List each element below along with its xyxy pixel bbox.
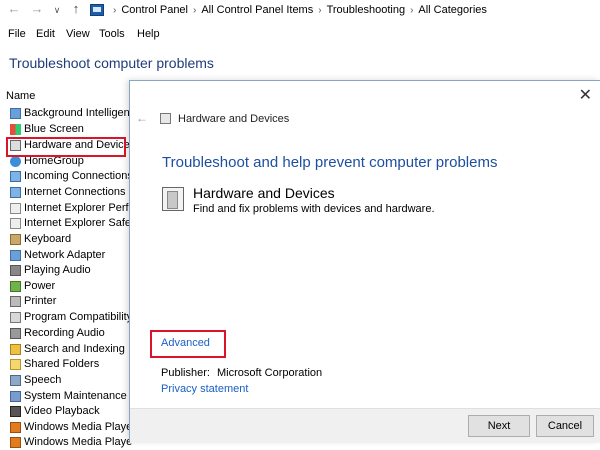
highlight-box-hardware	[6, 137, 126, 157]
menu-help[interactable]: Help	[137, 28, 160, 40]
hardware-device-icon	[162, 187, 184, 211]
breadcrumb-item[interactable]: Troubleshooting	[327, 4, 405, 16]
breadcrumb-separator-icon: ›	[113, 5, 117, 16]
up-arrow-icon[interactable]: ↑	[68, 1, 84, 16]
breadcrumb-item[interactable]: All Control Panel Items	[201, 4, 313, 16]
bits-icon	[10, 108, 21, 119]
highlight-box-advanced	[150, 330, 226, 358]
menu-tools[interactable]: Tools	[99, 28, 125, 40]
media-player-icon	[10, 422, 21, 433]
menu-edit[interactable]: Edit	[36, 28, 55, 40]
next-button[interactable]: Next	[468, 415, 530, 437]
homegroup-icon	[10, 156, 21, 167]
power-icon	[10, 281, 21, 292]
menu-file[interactable]: File	[8, 28, 26, 40]
recent-dropdown-icon[interactable]: ∨	[49, 5, 65, 16]
breadcrumb-item[interactable]: All Categories	[418, 4, 486, 16]
compat-icon	[10, 312, 21, 323]
forward-arrow-icon[interactable]: →	[29, 1, 45, 16]
column-header-name[interactable]: Name	[6, 90, 35, 102]
printer-icon	[10, 296, 21, 307]
troubleshooter-dialog: ✕ ← Hardware and Devices Troubleshoot an…	[129, 80, 600, 443]
troubleshooter-title: Hardware and Devices	[193, 185, 335, 201]
maintenance-icon	[10, 391, 21, 402]
back-arrow-icon[interactable]: ←	[6, 1, 22, 16]
privacy-statement-link[interactable]: Privacy statement	[161, 383, 248, 395]
folder-icon	[10, 359, 21, 370]
address-bar: ← → ∨ ↑ › Control Panel › All Control Panel…	[0, 0, 600, 22]
video-icon	[10, 406, 21, 417]
troubleshooter-description: Find and fix problems with devices and h…	[193, 203, 435, 215]
audio-icon	[10, 265, 21, 276]
breadcrumb-separator-icon: ›	[193, 5, 197, 16]
microphone-icon	[10, 328, 21, 339]
breadcrumb: › Control Panel › All Control Panel Items › T…	[108, 4, 487, 16]
hardware-small-icon	[160, 113, 171, 124]
close-icon[interactable]: ✕	[579, 85, 592, 105]
speech-icon	[10, 375, 21, 386]
ie-icon	[10, 218, 21, 229]
dialog-heading: Troubleshoot and help prevent computer p…	[162, 154, 498, 171]
back-arrow-icon[interactable]: ←	[136, 111, 148, 125]
media-player-icon	[10, 437, 21, 448]
breadcrumb-separator-icon: ›	[410, 5, 414, 16]
publisher-label: Publisher:	[161, 367, 210, 379]
ie-icon	[10, 203, 21, 214]
breadcrumb-separator-icon: ›	[318, 5, 322, 16]
menu-view[interactable]: View	[66, 28, 90, 40]
cancel-button[interactable]: Cancel	[536, 415, 594, 437]
control-panel-icon	[90, 4, 104, 16]
network-icon	[10, 171, 21, 182]
windows-flag-icon	[10, 124, 21, 135]
keyboard-icon	[10, 234, 21, 245]
publisher-value: Microsoft Corporation	[217, 367, 323, 379]
search-icon	[10, 344, 21, 355]
network-icon	[10, 187, 21, 198]
network-adapter-icon	[10, 250, 21, 261]
dialog-breadcrumb: Hardware and Devices	[178, 113, 290, 125]
dialog-footer: Next Cancel	[130, 408, 600, 443]
breadcrumb-item[interactable]: Control Panel	[121, 4, 188, 16]
page-title: Troubleshoot computer problems	[9, 55, 214, 71]
